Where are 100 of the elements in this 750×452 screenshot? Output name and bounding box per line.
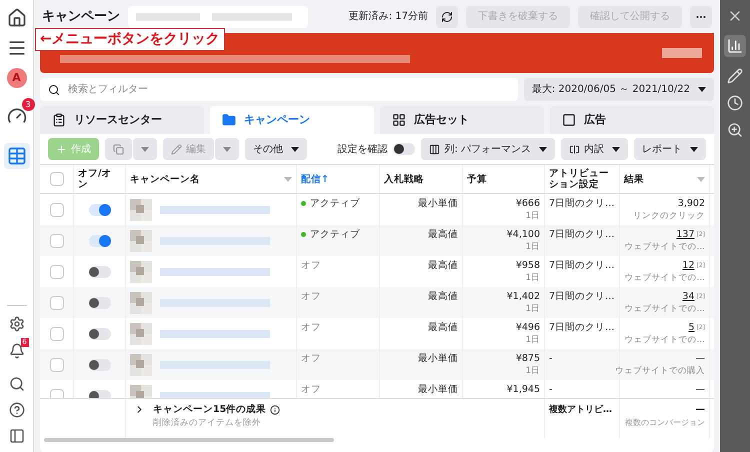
history-button[interactable] [727,95,743,111]
bid-strategy: 最高値 [428,322,458,333]
more-actions-button[interactable]: その他 [245,138,307,160]
result-value: — [696,352,705,365]
annotation-callout: ←メニューボタンをクリック [35,28,225,51]
settings-button[interactable] [8,316,24,332]
updated-text: 更新済み: 17分前 [348,10,428,24]
column-header[interactable]: オフ/オン [78,168,121,190]
scrollbar[interactable] [44,438,334,442]
info-icon [270,405,280,416]
column-header[interactable]: アトリビューション設定 [549,168,615,190]
column-header[interactable]: 入札戦略 [384,174,424,184]
toggle-switch[interactable] [88,234,110,246]
search-field[interactable]: 検索とフィルター [40,78,518,101]
toggle-switch[interactable] [88,296,110,308]
tab[interactable]: 広告 [550,106,714,134]
result-type: ウェブサイトでの購入 [615,365,705,378]
copy-icon [113,144,124,154]
budget-period: 1日 [526,272,540,285]
toggle-switch[interactable] [88,390,110,398]
checkbox[interactable] [50,326,64,340]
result-type: ウェブサイトでの… [624,241,705,254]
budget-period: 1日 [526,241,540,254]
caret-icon [539,146,547,152]
delivery-status: アクティブ [310,228,360,242]
search-icon [8,376,24,392]
tab[interactable]: キャンペーン [210,106,374,134]
attribution-setting: 7日間のクリ… [549,260,615,271]
zoom-button[interactable] [727,122,743,138]
panel-button[interactable] [8,428,24,444]
toggle-switch[interactable] [88,358,110,370]
panel-icon [8,428,24,444]
dropdown-button[interactable] [215,138,239,160]
budget-period: 1日 [526,365,540,378]
bid-strategy: 最小単価 [418,384,458,395]
caret-icon [141,146,149,152]
dropdown-button[interactable] [133,138,157,160]
column-header[interactable]: 結果 [624,174,644,184]
result-link[interactable]: 34 [682,290,694,303]
column-header[interactable]: 配信↑ [301,174,329,184]
result-link[interactable]: 12 [682,259,694,272]
bell-button[interactable] [8,343,24,359]
attribution-setting: - [549,384,552,395]
column-header[interactable]: 予算 [467,174,487,184]
clipboard-icon [52,113,66,127]
delivery-status: オフ [301,321,321,335]
help-button[interactable] [8,402,24,418]
tab[interactable]: 広告セット [380,106,544,134]
bid-strategy: 最高値 [428,291,458,302]
delivery-status: アクティブ [310,197,360,211]
checkbox[interactable] [50,234,64,248]
refresh-button[interactable] [436,6,458,28]
checkbox[interactable] [50,202,64,216]
bid-strategy: 最高値 [428,229,458,240]
budget-amount: ¥666 [516,197,540,210]
result-value: 3,902 [678,197,705,210]
result-link[interactable]: 5 [688,321,694,334]
columns-button[interactable]: 列: パフォーマンス [421,138,555,160]
budget-amount: ¥958 [516,259,540,272]
checkbox[interactable] [50,172,64,186]
zoom-in-icon [727,122,743,138]
attribution-setting: 7日間のクリ… [549,229,615,240]
budget-amount: ¥4,100 [506,228,540,241]
home-button[interactable] [6,8,26,28]
summary-result: — [696,403,705,417]
checkbox[interactable] [50,264,64,278]
review-toggle[interactable] [393,143,416,155]
checkbox[interactable] [50,296,64,310]
date-range-picker[interactable]: 最大: 2020/06/05 ～ 2021/10/22 [524,78,714,101]
toggle-switch[interactable] [88,204,110,216]
search-button[interactable] [8,376,24,392]
summary-attribution: 複数アトリビ… [549,405,612,415]
budget-amount: ¥496 [516,321,540,334]
settings-icon [8,316,24,332]
attribution-setting: 7日間のクリ… [549,291,615,302]
result-type: ウェブサイトでの… [624,272,705,285]
home-icon [6,8,26,28]
budget-amount: ¥1,402 [506,290,540,303]
reports-button[interactable]: レポート [634,138,706,160]
duplicate-button[interactable] [105,138,132,160]
caret-icon [291,146,299,152]
edit-panel-button[interactable] [727,68,743,84]
tab[interactable]: リソースセンター [40,106,204,134]
bid-strategy: 最高値 [428,260,458,271]
bid-strategy: 最小単価 [418,353,458,364]
grid-icon [392,113,406,127]
pencil-icon [727,68,743,84]
toggle-switch[interactable] [88,328,110,340]
toggle-switch[interactable] [88,266,110,278]
chart-button[interactable] [724,35,746,57]
breakdown-button[interactable]: 内訳 [561,138,628,160]
refresh-icon [441,10,453,22]
bid-strategy: 最小単価 [418,198,458,209]
caret-icon [223,146,231,152]
checkbox[interactable] [50,358,64,372]
result-link[interactable]: 137 [676,228,694,241]
clock-icon [727,95,743,111]
table-button[interactable] [4,143,30,169]
column-header[interactable]: キャンペーン名 [130,174,200,184]
help-icon [8,402,24,418]
